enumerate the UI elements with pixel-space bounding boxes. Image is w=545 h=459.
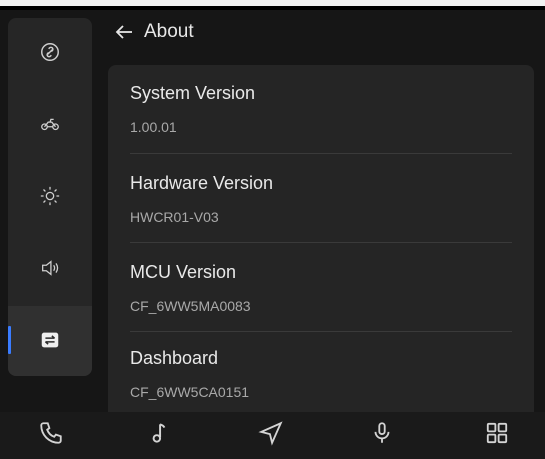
nav-apps-button[interactable] bbox=[482, 420, 512, 450]
back-arrow-icon bbox=[112, 25, 136, 48]
phone-icon bbox=[38, 420, 64, 451]
row-value: HWCR01-V03 bbox=[130, 209, 219, 225]
row-title: Hardware Version bbox=[130, 173, 274, 193]
navigation-icon bbox=[258, 420, 284, 451]
about-panel: System Version 1.00.01 Hardware Version … bbox=[108, 65, 534, 412]
swap-icon bbox=[39, 329, 61, 356]
row-value: CF_6WW5CA0151 bbox=[130, 384, 250, 400]
row-title: MCU Version bbox=[130, 262, 237, 282]
apps-grid-icon bbox=[484, 420, 510, 451]
page-title: About bbox=[144, 21, 194, 42]
nav-phone-button[interactable] bbox=[36, 420, 66, 450]
row-title: System Version bbox=[130, 83, 256, 103]
nav-voice-button[interactable] bbox=[367, 420, 397, 450]
music-note-icon bbox=[146, 420, 172, 451]
volume-icon bbox=[39, 257, 61, 284]
divider bbox=[130, 242, 512, 243]
link-icon bbox=[39, 41, 61, 68]
settings-sidebar bbox=[8, 18, 92, 376]
row-value: 1.00.01 bbox=[130, 119, 177, 135]
sidebar-active-indicator bbox=[8, 326, 11, 354]
nav-navigation-button[interactable] bbox=[256, 420, 286, 450]
screen: About System Version 1.00.01 Hardware Ve… bbox=[0, 0, 545, 459]
sidebar-item-sound[interactable] bbox=[8, 234, 92, 306]
divider bbox=[130, 331, 512, 332]
nav-music-button[interactable] bbox=[144, 420, 174, 450]
brightness-icon bbox=[39, 185, 61, 212]
divider bbox=[130, 153, 512, 154]
sidebar-item-about[interactable] bbox=[8, 306, 92, 376]
top-divider bbox=[0, 6, 545, 10]
bottom-navigation-bar bbox=[0, 412, 545, 459]
sidebar-item-vehicle[interactable] bbox=[8, 90, 92, 162]
microphone-icon bbox=[369, 420, 395, 451]
sidebar-item-link[interactable] bbox=[8, 18, 92, 90]
sidebar-item-display[interactable] bbox=[8, 162, 92, 234]
back-button[interactable] bbox=[112, 20, 136, 44]
row-value: CF_6WW5MA0083 bbox=[130, 298, 251, 314]
row-title: Dashboard bbox=[130, 348, 219, 368]
car-icon bbox=[39, 113, 61, 140]
